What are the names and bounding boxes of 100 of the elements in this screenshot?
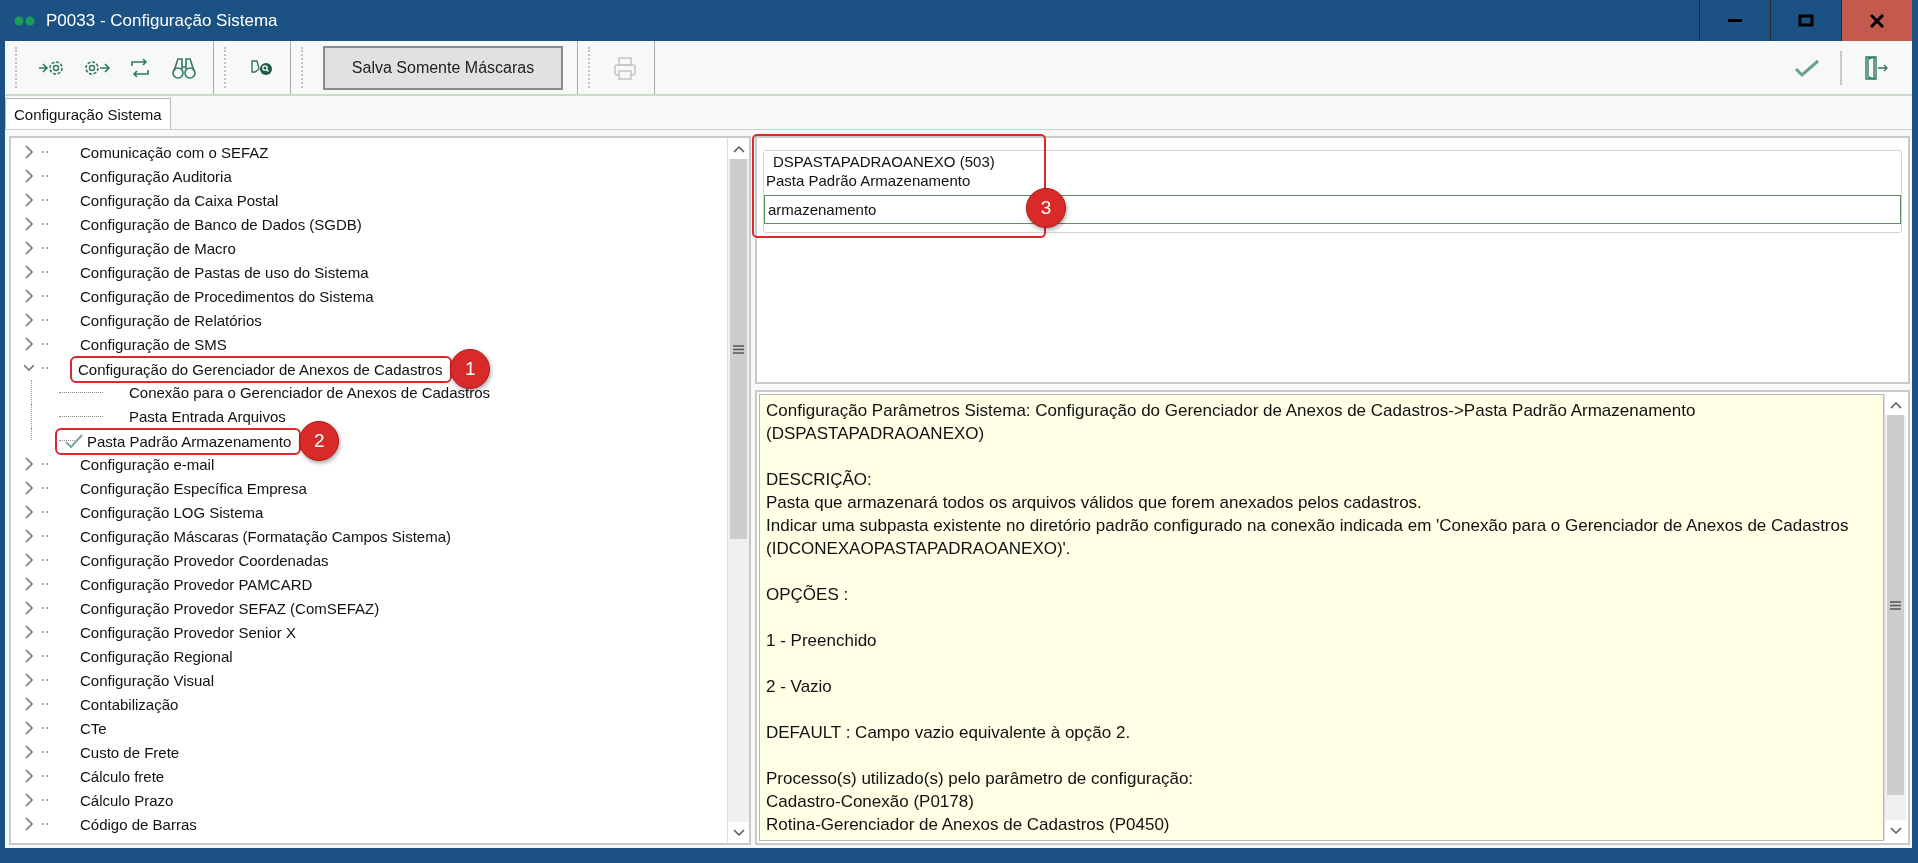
tree-item[interactable]: Custo de Frete (78, 742, 182, 762)
tree-line (42, 823, 48, 825)
expand-chevron-icon[interactable] (24, 457, 34, 471)
expand-chevron-icon[interactable] (24, 745, 34, 759)
tree-item[interactable]: Configuração Regional (78, 646, 235, 666)
tree-item[interactable]: Configuração Máscaras (Formatação Campos Sistema) (78, 526, 453, 546)
description-text: DESCRIÇÃO: (766, 469, 873, 491)
close-button[interactable] (1841, 0, 1912, 41)
expand-chevron-icon[interactable] (24, 145, 34, 159)
tree-item[interactable]: Configuração Provedor PAMCARD (78, 574, 315, 594)
scroll-down-icon[interactable] (1889, 826, 1902, 835)
tree-item[interactable]: Configuração Visual (78, 670, 216, 690)
tree-line (59, 391, 103, 393)
tree-item[interactable]: Configuração do Gerenciador de Anexos de Cadastros (76, 359, 445, 379)
tree-item[interactable]: Configuração e-mail (78, 454, 217, 474)
tree-line (42, 199, 48, 201)
tree-line (42, 271, 48, 273)
tree-line (42, 223, 48, 225)
tree-item[interactable]: Contabilização (78, 694, 181, 714)
expand-chevron-icon[interactable] (24, 649, 34, 663)
tree-line (42, 175, 48, 177)
description-text: DEFAULT : Campo vazio equivalente à opção 2. (766, 722, 1132, 744)
expand-chevron-icon[interactable] (24, 673, 34, 687)
scrollbar-thumb[interactable] (1887, 415, 1904, 795)
expand-chevron-icon[interactable] (24, 769, 34, 783)
tree-item[interactable]: Configuração de Pastas de uso do Sistema (78, 262, 371, 282)
expand-chevron-icon[interactable] (24, 169, 34, 183)
close-icon (1869, 12, 1885, 29)
expand-chevron-icon[interactable] (24, 481, 34, 495)
expand-chevron-icon[interactable] (24, 193, 34, 207)
expand-chevron-icon[interactable] (24, 217, 34, 231)
grip-icon (733, 344, 744, 354)
expand-chevron-icon[interactable] (24, 505, 34, 519)
expand-chevron-icon[interactable] (24, 793, 34, 807)
expand-chevron-icon[interactable] (24, 313, 34, 327)
tree-line (42, 703, 48, 705)
tree-item[interactable]: CTe (78, 718, 109, 738)
tree-line (42, 487, 48, 489)
scroll-up-icon[interactable] (1889, 400, 1902, 409)
tree-item[interactable]: Código de Barras (78, 814, 199, 834)
expand-chevron-icon[interactable] (24, 697, 34, 711)
tree-item[interactable]: Cálculo frete (78, 766, 167, 786)
scrollbar[interactable] (1884, 394, 1906, 841)
field-label: Pasta Padrão Armazenamento (765, 171, 972, 191)
scrollbar[interactable] (727, 138, 749, 843)
expand-chevron-icon[interactable] (24, 625, 34, 639)
callout-badge: 1 (450, 349, 491, 389)
tree-item[interactable]: Configuração Específica Empresa (78, 478, 309, 498)
description-text: Pasta que armazenará todos os arquivos válidos que forem anexados pelos cadastros. (766, 492, 1423, 514)
expand-chevron-icon[interactable] (24, 577, 34, 591)
tree-line (42, 535, 48, 537)
tree-item[interactable]: Cálculo Prazo (78, 790, 176, 810)
expand-chevron-icon[interactable] (24, 601, 34, 615)
tree-line (42, 463, 48, 465)
scroll-down-icon[interactable] (732, 828, 745, 837)
tree-line (42, 583, 48, 585)
window-title: P0033 - Configuração Sistema (46, 10, 278, 31)
tree-item[interactable]: Configuração de Banco de Dados (SGDB) (78, 214, 364, 234)
tree-item[interactable]: Comunicação com o SEFAZ (78, 142, 271, 162)
expand-chevron-icon[interactable] (24, 721, 34, 735)
tree-line (42, 247, 48, 249)
expand-chevron-icon[interactable] (24, 817, 34, 831)
app-icon (14, 15, 36, 26)
tree-item[interactable]: Configuração de Procedimentos do Sistema (78, 286, 376, 306)
tree-line (42, 799, 48, 801)
tree-item[interactable]: Configuração Auditoria (78, 166, 234, 186)
tree-item[interactable]: Configuração de SMS (78, 334, 229, 354)
expand-chevron-icon[interactable] (24, 529, 34, 543)
tree-item[interactable]: Configuração da Caixa Postal (78, 190, 281, 210)
save-masks-button[interactable]: Salva Somente Máscaras (323, 45, 563, 90)
description-text: OPÇÕES : (766, 584, 850, 606)
tree-item[interactable]: Configuração de Macro (78, 238, 238, 258)
tree-item[interactable]: Configuração Provedor Senior X (78, 622, 298, 642)
tree-line (59, 415, 103, 417)
callout-badge: 3 (1026, 188, 1066, 228)
description-text: 1 - Preenchido (766, 630, 878, 652)
scrollbar-thumb[interactable] (730, 159, 747, 539)
tree-line (42, 511, 48, 513)
expand-chevron-icon[interactable] (24, 337, 34, 351)
tree-line (42, 775, 48, 777)
scroll-up-icon[interactable] (732, 144, 745, 153)
expand-chevron-icon[interactable] (24, 289, 34, 303)
tree-item[interactable]: Configuração Provedor Coordenadas (78, 550, 331, 570)
tree-item[interactable]: Configuração LOG Sistema (78, 502, 266, 522)
tree-line (59, 439, 75, 441)
tree-line (42, 367, 48, 369)
tree-line (42, 631, 48, 633)
description-text: Rotina-Gerenciador de Anexos de Cadastros (P0450) (766, 814, 1171, 836)
callout-badge: 2 (299, 421, 340, 461)
expand-chevron-icon[interactable] (24, 241, 34, 255)
expand-chevron-icon[interactable] (24, 553, 34, 567)
expand-chevron-icon[interactable] (24, 265, 34, 279)
tree-line (42, 343, 48, 345)
tree-item[interactable]: Configuração Provedor SEFAZ (ComSEFAZ) (78, 598, 382, 618)
tree-item[interactable]: Pasta Padrão Armazenamento (85, 431, 294, 451)
tree-item[interactable]: Pasta Entrada Arquivos (127, 406, 288, 426)
description-text: Cadastro-Conexão (P0178) (766, 791, 975, 813)
tab[interactable]: Configuração Sistema (5, 98, 171, 129)
maximize-icon (1798, 12, 1814, 29)
tree-item[interactable]: Configuração de Relatórios (78, 310, 264, 330)
